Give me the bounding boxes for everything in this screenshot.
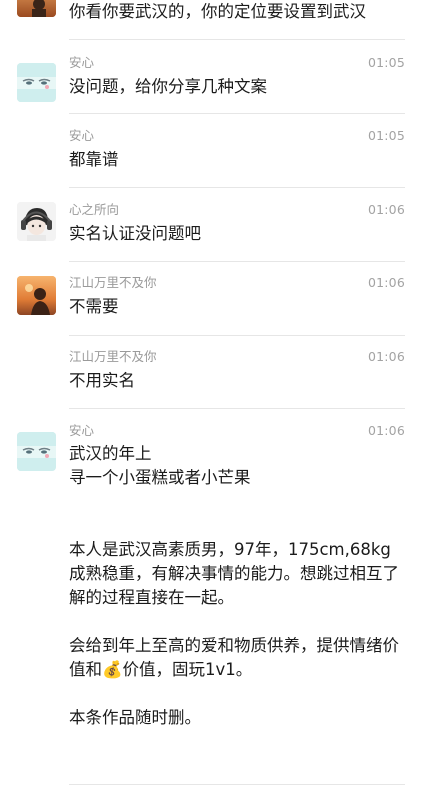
message-time: 01:06 — [367, 349, 405, 364]
sunset-silhouette-avatar[interactable] — [17, 0, 56, 17]
sender-name: 江山万里不及你 — [69, 275, 157, 290]
message-text: 实名认证没问题吧 — [69, 224, 201, 243]
message-item-3[interactable]: 心之所向 01:06 实名认证没问题吧 — [0, 188, 423, 262]
message-time: 01:06 — [367, 275, 405, 290]
message-item-4[interactable]: 江山万里不及你 01:06 不需要 — [0, 262, 423, 336]
message-item-5[interactable]: 江山万里不及你 01:06 不用实名 — [0, 336, 423, 409]
message-text: 不需要 — [69, 297, 119, 316]
sender-name: 心之所向 — [69, 202, 120, 217]
message-item-1[interactable]: 安心 01:05 没问题，给你分享几种文案 — [0, 40, 423, 114]
message-time: 01:05 — [367, 128, 405, 143]
anxin-avatar[interactable] — [17, 63, 56, 102]
message-item-0[interactable]: 你看你要武汉的，你的定位要设置到武汉 — [0, 0, 423, 40]
message-text: 都靠谱 — [69, 150, 119, 169]
message-item-2[interactable]: 安心 01:05 都靠谱 — [0, 114, 423, 188]
message-text: 没问题，给你分享几种文案 — [69, 77, 267, 96]
anxin-avatar[interactable] — [17, 432, 56, 471]
message-text: 不用实名 — [69, 371, 135, 390]
message-time: 01:06 — [367, 423, 405, 438]
anime-boy-headphones-avatar[interactable] — [17, 202, 56, 241]
sender-name: 江山万里不及你 — [69, 349, 157, 364]
message-text: 武汉的年上 寻一个小蛋糕或者小芒果 本人是武汉高素质男，97年，175cm,68… — [69, 444, 399, 727]
sunset-silhouette-avatar[interactable] — [17, 276, 56, 315]
message-time: 01:05 — [367, 55, 405, 70]
message-text: 你看你要武汉的，你的定位要设置到武汉 — [69, 2, 366, 21]
message-time: 01:06 — [367, 202, 405, 217]
sender-name: 安心 — [69, 55, 95, 70]
sender-name: 安心 — [69, 128, 95, 143]
sender-name: 安心 — [69, 423, 95, 438]
message-item-6[interactable]: 安心 01:06 武汉的年上 寻一个小蛋糕或者小芒果 本人是武汉高素质男，97年… — [0, 409, 423, 800]
divider — [69, 784, 405, 785]
